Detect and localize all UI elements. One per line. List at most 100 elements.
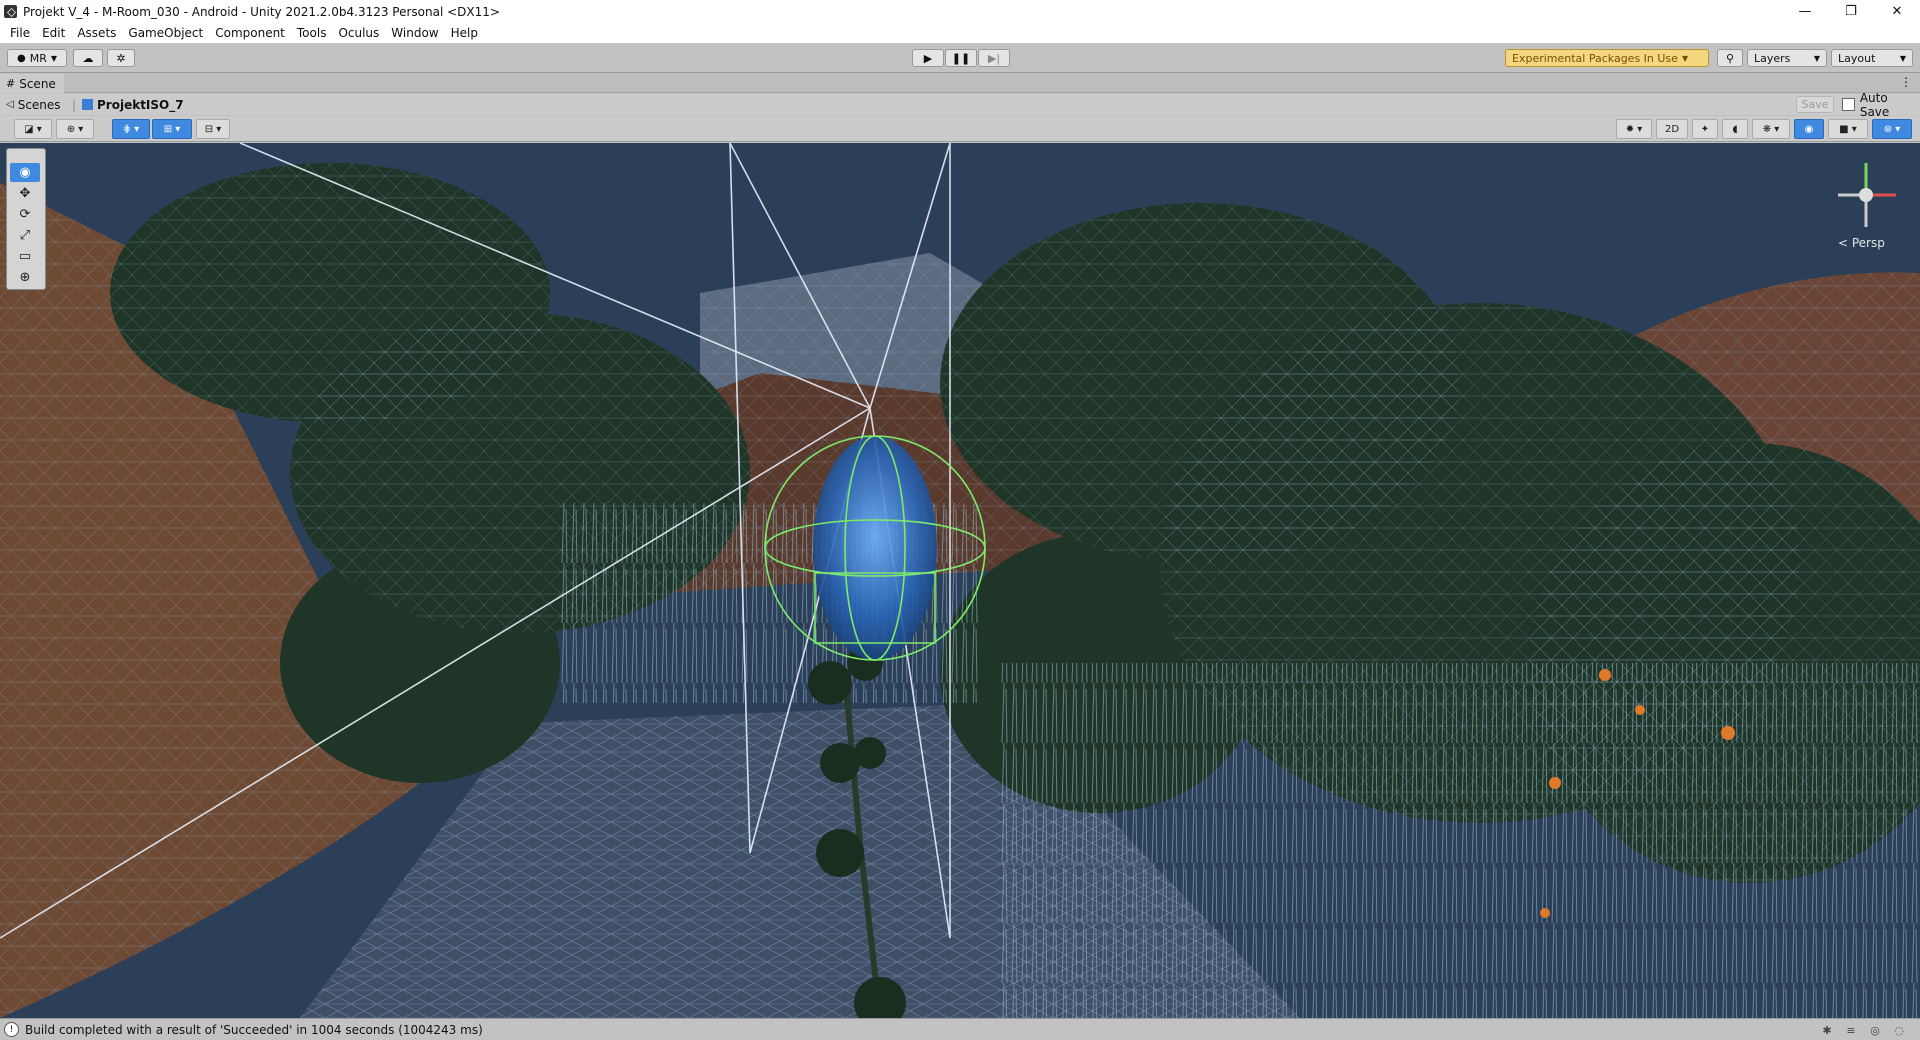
main-toolbar: ● MR ▼ ☁ ✲ ▶ ❚❚ ▶| Experimental Packages… <box>0 43 1920 73</box>
step-button[interactable]: ▶| <box>978 49 1010 67</box>
close-button[interactable]: ✕ <box>1874 0 1920 23</box>
layout-label: Layout <box>1838 51 1876 65</box>
snap-icon: ⊟ ▾ <box>204 123 222 135</box>
breadcrumb-separator: | <box>72 97 77 112</box>
gizmos-dropdown[interactable]: ⊛ ▾ <box>1872 119 1912 139</box>
unity-logo-icon <box>4 5 17 18</box>
menu-tools[interactable]: Tools <box>291 23 333 43</box>
menu-edit[interactable]: Edit <box>36 23 71 43</box>
scene-visibility-toggle[interactable]: ◉ <box>1794 119 1824 139</box>
menu-oculus[interactable]: Oculus <box>332 23 385 43</box>
transform-tool[interactable]: ⊕ <box>10 268 40 287</box>
lighting-dropdown[interactable]: ✹ ▾ <box>1616 119 1652 139</box>
network-icon[interactable]: ◌ <box>1892 1023 1906 1037</box>
warning-icon: ▼ <box>1681 53 1689 63</box>
scale-icon: ⤢ <box>19 228 31 243</box>
experimental-packages-button[interactable]: Experimental Packages In Use ▼ <box>1505 49 1709 67</box>
projection-label[interactable]: < Persp <box>1838 236 1885 250</box>
audio-toggle[interactable]: ◖ <box>1722 119 1748 139</box>
prefab-cube-icon <box>82 99 93 110</box>
grid-snap-icon: ⋕ ▾ <box>122 123 140 135</box>
transform-icon: ⊕ <box>19 270 31 285</box>
tab-scene-label: Scene <box>19 76 56 91</box>
minimize-button[interactable]: — <box>1782 0 1828 23</box>
eye-icon: ◉ <box>19 165 31 180</box>
menu-bar: File Edit Assets GameObject Component To… <box>0 23 1920 43</box>
scene-toolbar: ◪ ▾ ⊕ ▾ ⋕ ▾ ⊞ ▾ ⊟ ▾ ✹ ▾ 2D ✦ ◖ ❋ ▾ ◉ ■ ▾… <box>0 116 1920 142</box>
autosave-label: Auto Save <box>1859 90 1890 119</box>
effects-dropdown[interactable]: ❋ ▾ <box>1752 119 1790 139</box>
stack-icon[interactable]: ≡ <box>1844 1023 1858 1037</box>
breadcrumb-current[interactable]: ProjektISO_7 <box>82 94 184 115</box>
status-message[interactable]: Build completed with a result of 'Succee… <box>25 1023 483 1037</box>
camera-dropdown[interactable]: ■ ▾ <box>1828 119 1868 139</box>
rotate-tool[interactable]: ⟳ <box>10 205 40 224</box>
lighting-icon: ✹ ▾ <box>1625 123 1643 135</box>
breadcrumb-scenes[interactable]: ◁ Scenes <box>6 94 61 115</box>
2d-toggle[interactable]: 2D <box>1656 119 1688 139</box>
grid-icon: # <box>6 77 16 90</box>
progress-icon[interactable]: ◎ <box>1868 1023 1882 1037</box>
layout-dropdown[interactable]: Layout ▼ <box>1831 49 1913 67</box>
menu-assets[interactable]: Assets <box>71 23 122 43</box>
shading-icon: ◪ ▾ <box>24 123 42 135</box>
search-button[interactable]: ⚲ <box>1717 49 1743 67</box>
cloud-button[interactable]: ☁ <box>73 49 103 67</box>
audio-icon: ◖ <box>1732 123 1738 135</box>
rect-icon: ▭ <box>18 249 32 264</box>
account-dropdown[interactable]: ● MR ▼ <box>7 49 67 67</box>
menu-window[interactable]: Window <box>385 23 444 43</box>
menu-component[interactable]: Component <box>209 23 291 43</box>
window-controls: — ❐ ✕ <box>1782 0 1920 23</box>
globe-icon: ⊕ ▾ <box>66 123 84 135</box>
grid-snap-toggle[interactable]: ⋕ ▾ <box>112 119 150 139</box>
collab-button[interactable]: ✲ <box>107 49 135 67</box>
status-bar: ! Build completed with a result of 'Succ… <box>0 1018 1920 1040</box>
tab-scene[interactable]: # Scene <box>0 74 64 93</box>
maximize-button[interactable]: ❐ <box>1828 0 1874 23</box>
pause-button[interactable]: ❚❚ <box>945 49 977 67</box>
step-icon: ▶| <box>987 51 1001 65</box>
info-icon: ! <box>4 1022 19 1037</box>
view-tool[interactable]: ◉ <box>10 163 40 182</box>
effects-icon: ❋ ▾ <box>1762 123 1780 135</box>
scene-viewport[interactable] <box>0 143 1920 1018</box>
bug-icon[interactable]: ✱ <box>1820 1023 1834 1037</box>
menu-gameobject[interactable]: GameObject <box>122 23 209 43</box>
draw-mode-dropdown[interactable]: ◪ ▾ <box>14 119 52 139</box>
render-mode-dropdown[interactable]: ⊕ ▾ <box>56 119 94 139</box>
light-bulb-icon: ✦ <box>1700 123 1710 135</box>
grid-visibility-icon: ⊞ ▾ <box>163 123 181 135</box>
menu-help[interactable]: Help <box>445 23 484 43</box>
pause-icon: ❚❚ <box>951 51 971 65</box>
layers-label: Layers <box>1754 51 1791 65</box>
back-icon: ◁ <box>6 99 14 110</box>
grid-visibility-toggle[interactable]: ⊞ ▾ <box>152 119 192 139</box>
autosave-toggle[interactable]: Auto Save <box>1842 91 1920 119</box>
autosave-checkbox[interactable] <box>1842 98 1855 111</box>
experimental-packages-label: Experimental Packages In Use <box>1512 51 1678 65</box>
breadcrumb: ◁ Scenes | ProjektISO_7 Save Auto Save <box>0 91 1920 119</box>
menu-file[interactable]: File <box>4 23 36 43</box>
eye-icon: ◉ <box>1804 123 1814 135</box>
layers-dropdown[interactable]: Layers ▼ <box>1747 49 1827 67</box>
window-title: Projekt V_4 - M-Room_030 - Android - Uni… <box>23 4 500 19</box>
chevron-down-icon: ▼ <box>1899 53 1906 63</box>
play-button[interactable]: ▶ <box>912 49 944 67</box>
camera-icon: ■ ▾ <box>1839 123 1857 135</box>
breadcrumb-current-label: ProjektISO_7 <box>97 97 184 112</box>
rect-tool[interactable]: ▭ <box>10 247 40 266</box>
scene-render <box>0 143 1920 1018</box>
move-tool[interactable]: ✥ <box>10 184 40 203</box>
save-button[interactable]: Save <box>1796 96 1834 113</box>
tab-row: # Scene ⋮ <box>0 74 1920 93</box>
increment-snap-dropdown[interactable]: ⊟ ▾ <box>196 119 230 139</box>
account-icon: ● <box>16 52 26 64</box>
play-icon: ▶ <box>923 51 933 65</box>
more-options-icon[interactable]: ⋮ <box>1900 75 1912 89</box>
chevron-down-icon: ▼ <box>1813 53 1820 63</box>
rotate-icon: ⟳ <box>19 207 31 222</box>
light-toggle[interactable]: ✦ <box>1692 119 1718 139</box>
breadcrumb-scenes-label: Scenes <box>17 97 61 112</box>
scale-tool[interactable]: ⤢ <box>10 226 40 245</box>
